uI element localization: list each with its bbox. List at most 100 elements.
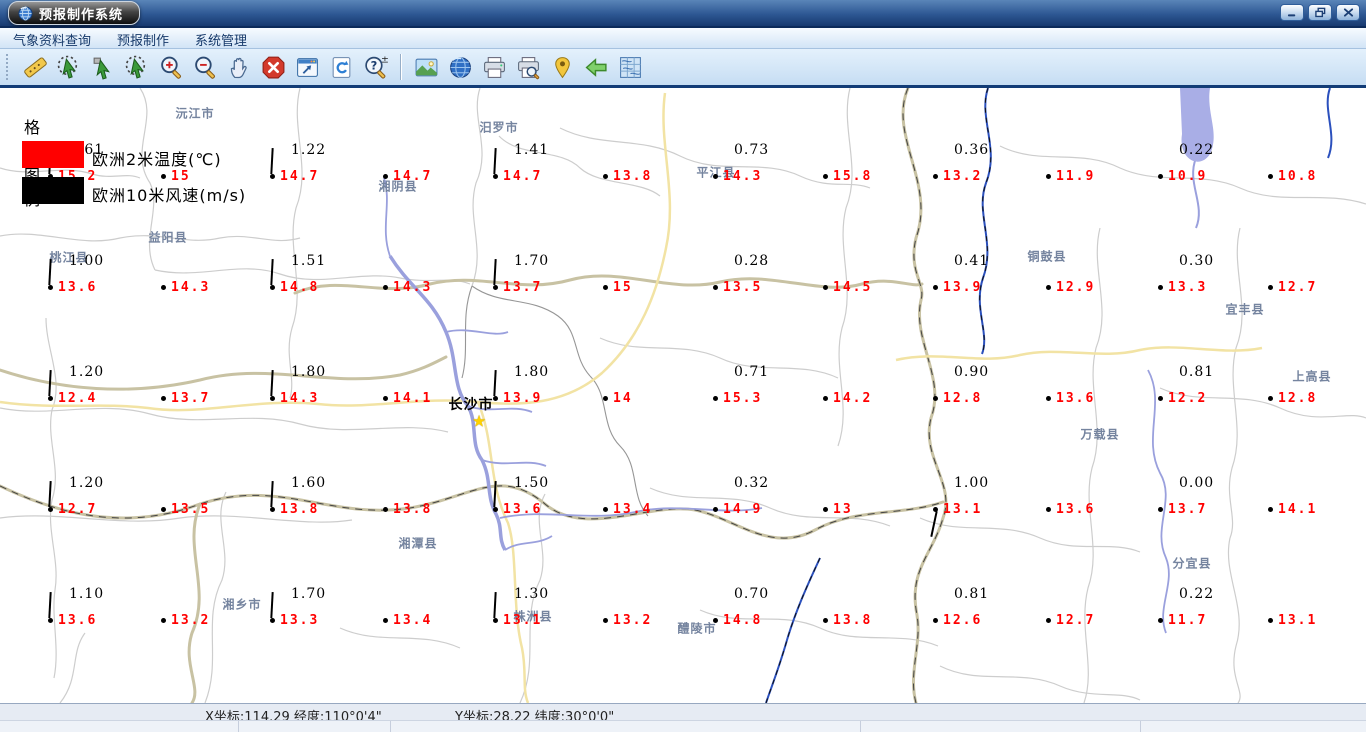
grid-point-dot (1158, 507, 1163, 512)
temperature-value: 10.8 (1278, 169, 1318, 184)
restore-button[interactable] (1308, 4, 1332, 21)
location-pin-icon (555, 56, 570, 78)
temperature-value: 13.6 (1056, 502, 1096, 517)
grid-point-dot (383, 396, 388, 401)
grid-point-dot (1046, 396, 1051, 401)
grid-point-dot (823, 618, 828, 623)
temperature-value: 10.9 (1168, 169, 1208, 184)
temperature-value: 13 (833, 502, 853, 517)
temperature-value: 14.8 (723, 613, 763, 628)
zoom-out-button[interactable] (191, 53, 220, 82)
temperature-value: 12.7 (58, 502, 98, 517)
toolbar-grip (6, 54, 12, 80)
temperature-value: 15.3 (723, 391, 763, 406)
globe-logo-icon (18, 5, 33, 21)
menu-bar: 气象资料查询 预报制作 系统管理 (0, 28, 1366, 49)
grid-point-dot (1158, 174, 1163, 179)
select-lasso-button[interactable] (55, 53, 84, 82)
grid-point-dot (603, 618, 608, 623)
full-extent-button[interactable] (293, 53, 322, 82)
city-label-上高县: 上高县 (1292, 369, 1332, 384)
print-preview-button[interactable] (514, 53, 543, 82)
grid-point-dot (48, 285, 53, 290)
grid-point-dot (713, 396, 718, 401)
map-canvas[interactable]: 沅江市 汨罗市 平江县 湘阴县 益阳县 桃江县 铜鼓县 宜丰县 上高县 万载县 湘潭县 分宜县 湘乡市株… (0, 88, 1366, 703)
temperature-value: 13.6 (503, 502, 543, 517)
svg-text:?: ? (371, 58, 378, 72)
menu-item-系统管理[interactable]: 系统管理 (182, 28, 260, 51)
status-row-cells (0, 720, 1366, 732)
temperature-value: 15 (613, 280, 633, 295)
status-bar: X坐标:114.29 经度:110°0'4" Y坐标:28.22 纬度:30°0… (0, 703, 1366, 732)
grid-point-dot (1046, 507, 1051, 512)
temperature-value: 13.6 (1056, 391, 1096, 406)
grid-point-dot (383, 285, 388, 290)
location-pin-button[interactable] (548, 53, 577, 82)
menu-item-预报制作[interactable]: 预报制作 (104, 28, 182, 51)
identify-button[interactable]: ?± (361, 53, 390, 82)
zoom-in-icon (161, 56, 181, 79)
refresh-icon (332, 56, 351, 78)
city-label-沅江市: 沅江市 (175, 106, 215, 121)
temperature-value: 14.7 (503, 169, 543, 184)
temperature-value: 11.7 (1168, 613, 1208, 628)
temperature-value: 14.8 (280, 280, 320, 295)
temperature-value: 13.2 (613, 613, 653, 628)
grid-point-dot (161, 285, 166, 290)
print-preview-icon (518, 56, 540, 79)
back-button[interactable] (582, 53, 611, 82)
close-button[interactable] (1336, 4, 1360, 21)
grid-point-dot (713, 174, 718, 179)
grid-point-dot (713, 285, 718, 290)
wind-speed-value: 0.81 (1179, 364, 1215, 380)
temperature-value: 14.3 (171, 280, 211, 295)
temperature-value: 12.7 (1278, 280, 1318, 295)
temperature-value: 14.9 (723, 502, 763, 517)
globe-button[interactable] (446, 53, 475, 82)
grid-point-dot (823, 507, 828, 512)
wind-speed-value: 0.41 (954, 253, 990, 269)
grid-point-dot (1268, 396, 1273, 401)
zoom-in-button[interactable] (157, 53, 186, 82)
temperature-value: 12.6 (943, 613, 983, 628)
wind-speed-value: 1.80 (291, 364, 327, 380)
temperature-value: 12.8 (1278, 391, 1318, 406)
select-arrow-button[interactable] (89, 53, 118, 82)
measure-ruler-button[interactable] (21, 53, 50, 82)
temperature-value: 13.8 (280, 502, 320, 517)
grid-point-dot (493, 618, 498, 623)
wind-speed-value: 1.10 (69, 586, 105, 602)
wind-speed-value: 0.36 (954, 142, 990, 158)
select-lasso-2-button[interactable] (123, 53, 152, 82)
refresh-button[interactable] (327, 53, 356, 82)
temperature-value: 13.7 (503, 280, 543, 295)
grid-point-dot (933, 285, 938, 290)
wind-speed-value: 1.80 (514, 364, 550, 380)
pan-hand-button[interactable] (225, 53, 254, 82)
map-grid-button[interactable] (616, 53, 645, 82)
status-row-coordinates: X坐标:114.29 经度:110°0'4" Y坐标:28.22 纬度:30°0… (0, 704, 1366, 725)
temperature-value: 13.8 (833, 613, 873, 628)
print-button[interactable] (480, 53, 509, 82)
wind-speed-value: 1.20 (69, 475, 105, 491)
temperature-value: 13.2 (171, 613, 211, 628)
temperature-value: 13.9 (943, 280, 983, 295)
temperature-value: 13.5 (723, 280, 763, 295)
select-lasso-icon (57, 55, 78, 79)
temperature-value: 14.5 (833, 280, 873, 295)
menu-item-气象资料查询[interactable]: 气象资料查询 (0, 28, 104, 51)
export-image-button[interactable] (412, 53, 441, 82)
temperature-value: 13.2 (943, 169, 983, 184)
wind-speed-value: 1.30 (514, 586, 550, 602)
temperature-value: 14.3 (280, 391, 320, 406)
minimize-button[interactable] (1280, 4, 1304, 21)
temperature-value: 13.6 (58, 280, 98, 295)
cancel-button[interactable] (259, 53, 288, 82)
grid-point-dot (823, 396, 828, 401)
grid-point-dot (1268, 174, 1273, 179)
wind-speed-value: 1.50 (514, 475, 550, 491)
temperature-value: 13.1 (1278, 613, 1318, 628)
wind-speed-value: 1.00 (69, 253, 105, 269)
legend-swatch-0 (22, 141, 84, 168)
city-label-分宜县: 分宜县 (1172, 556, 1212, 571)
